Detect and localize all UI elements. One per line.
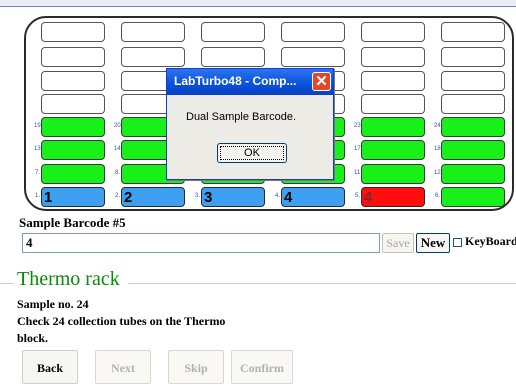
- slot-number: 7.: [35, 170, 41, 176]
- section-divider: [128, 283, 516, 284]
- next-button[interactable]: Next: [95, 350, 151, 384]
- rack-slot-barcode[interactable]: 2: [121, 187, 185, 207]
- slot-number: 2.: [115, 193, 121, 199]
- rack-slot-filled[interactable]: [41, 117, 105, 137]
- rack-slot-filled[interactable]: [41, 140, 105, 160]
- rack-slot[interactable]: [441, 94, 505, 114]
- rack-slot-duplicate[interactable]: 4: [361, 187, 425, 207]
- slot-barcode-value: 3: [204, 189, 213, 206]
- section-title: Thermo rack: [17, 268, 122, 291]
- rack-slot-filled[interactable]: [441, 164, 505, 184]
- rack-slot[interactable]: [361, 22, 425, 42]
- rack-slot[interactable]: [41, 94, 105, 114]
- rack-slot-barcode[interactable]: 1: [41, 187, 105, 207]
- instruction-text-cont: block.: [17, 331, 49, 345]
- rack-slot[interactable]: [41, 47, 105, 67]
- slot-number: 5.: [355, 193, 361, 199]
- new-button[interactable]: New: [416, 233, 450, 253]
- confirm-button[interactable]: Confirm: [231, 350, 293, 384]
- rack-slot-filled[interactable]: [441, 187, 505, 207]
- back-button[interactable]: Back: [22, 350, 78, 384]
- rack-slot[interactable]: [201, 47, 265, 67]
- close-icon[interactable]: ✕: [312, 72, 331, 91]
- rack-slot[interactable]: [281, 22, 345, 42]
- rack-slot[interactable]: [41, 71, 105, 91]
- rack-slot-filled[interactable]: [441, 140, 505, 160]
- slot-number: 8.: [115, 170, 121, 176]
- save-button[interactable]: Save: [382, 233, 414, 253]
- instruction-text: Check 24 collection tubes on the Thermo: [17, 314, 226, 328]
- keyboard-checkbox[interactable]: [453, 238, 462, 247]
- rack-slot-filled[interactable]: [361, 164, 425, 184]
- rack-slot[interactable]: [41, 22, 105, 42]
- dialog-message: Dual Sample Barcode.: [186, 111, 297, 123]
- rack-slot[interactable]: [441, 47, 505, 67]
- ok-button[interactable]: OK: [217, 143, 287, 163]
- window-top-bar: [0, 0, 516, 7]
- skip-button[interactable]: Skip: [168, 350, 224, 384]
- rack-slot-filled[interactable]: [361, 140, 425, 160]
- rack-slot[interactable]: [361, 94, 425, 114]
- rack-slot[interactable]: [121, 22, 185, 42]
- rack-slot[interactable]: [361, 47, 425, 67]
- rack-slot-filled[interactable]: [41, 164, 105, 184]
- slot-barcode-value: 1: [44, 189, 53, 206]
- sample-number: Sample no. 24: [17, 297, 89, 311]
- rack-slot-filled[interactable]: [441, 117, 505, 137]
- dialog-title: LabTurbo48 - Comp...: [174, 74, 297, 88]
- slot-barcode-value: 4: [364, 189, 373, 206]
- rack-slot[interactable]: [441, 71, 505, 91]
- keyboard-checkbox-label: KeyBoard: [465, 234, 516, 248]
- rack-slot-barcode[interactable]: 4: [281, 187, 345, 207]
- rack-slot[interactable]: [121, 47, 185, 67]
- sample-barcode-label: Sample Barcode #5: [19, 215, 126, 230]
- rack-slot-filled[interactable]: [361, 117, 425, 137]
- slot-number: 6.: [435, 193, 441, 199]
- slot-barcode-value: 2: [124, 189, 133, 206]
- rack-slot-barcode[interactable]: 3: [201, 187, 265, 207]
- slot-number: 1.: [35, 193, 41, 199]
- rack-slot[interactable]: [361, 71, 425, 91]
- slot-barcode-value: 4: [284, 189, 293, 206]
- slot-number: 4.: [275, 193, 281, 199]
- rack-slot[interactable]: [201, 22, 265, 42]
- sample-barcode-input[interactable]: 4: [22, 233, 380, 253]
- rack-slot[interactable]: [441, 22, 505, 42]
- section-divider: [0, 283, 14, 284]
- rack-slot[interactable]: [281, 47, 345, 67]
- alert-dialog: LabTurbo48 - Comp... ✕ Dual Sample Barco…: [166, 68, 334, 180]
- dialog-title-bar[interactable]: LabTurbo48 - Comp...: [167, 69, 333, 95]
- slot-number: 3.: [195, 193, 201, 199]
